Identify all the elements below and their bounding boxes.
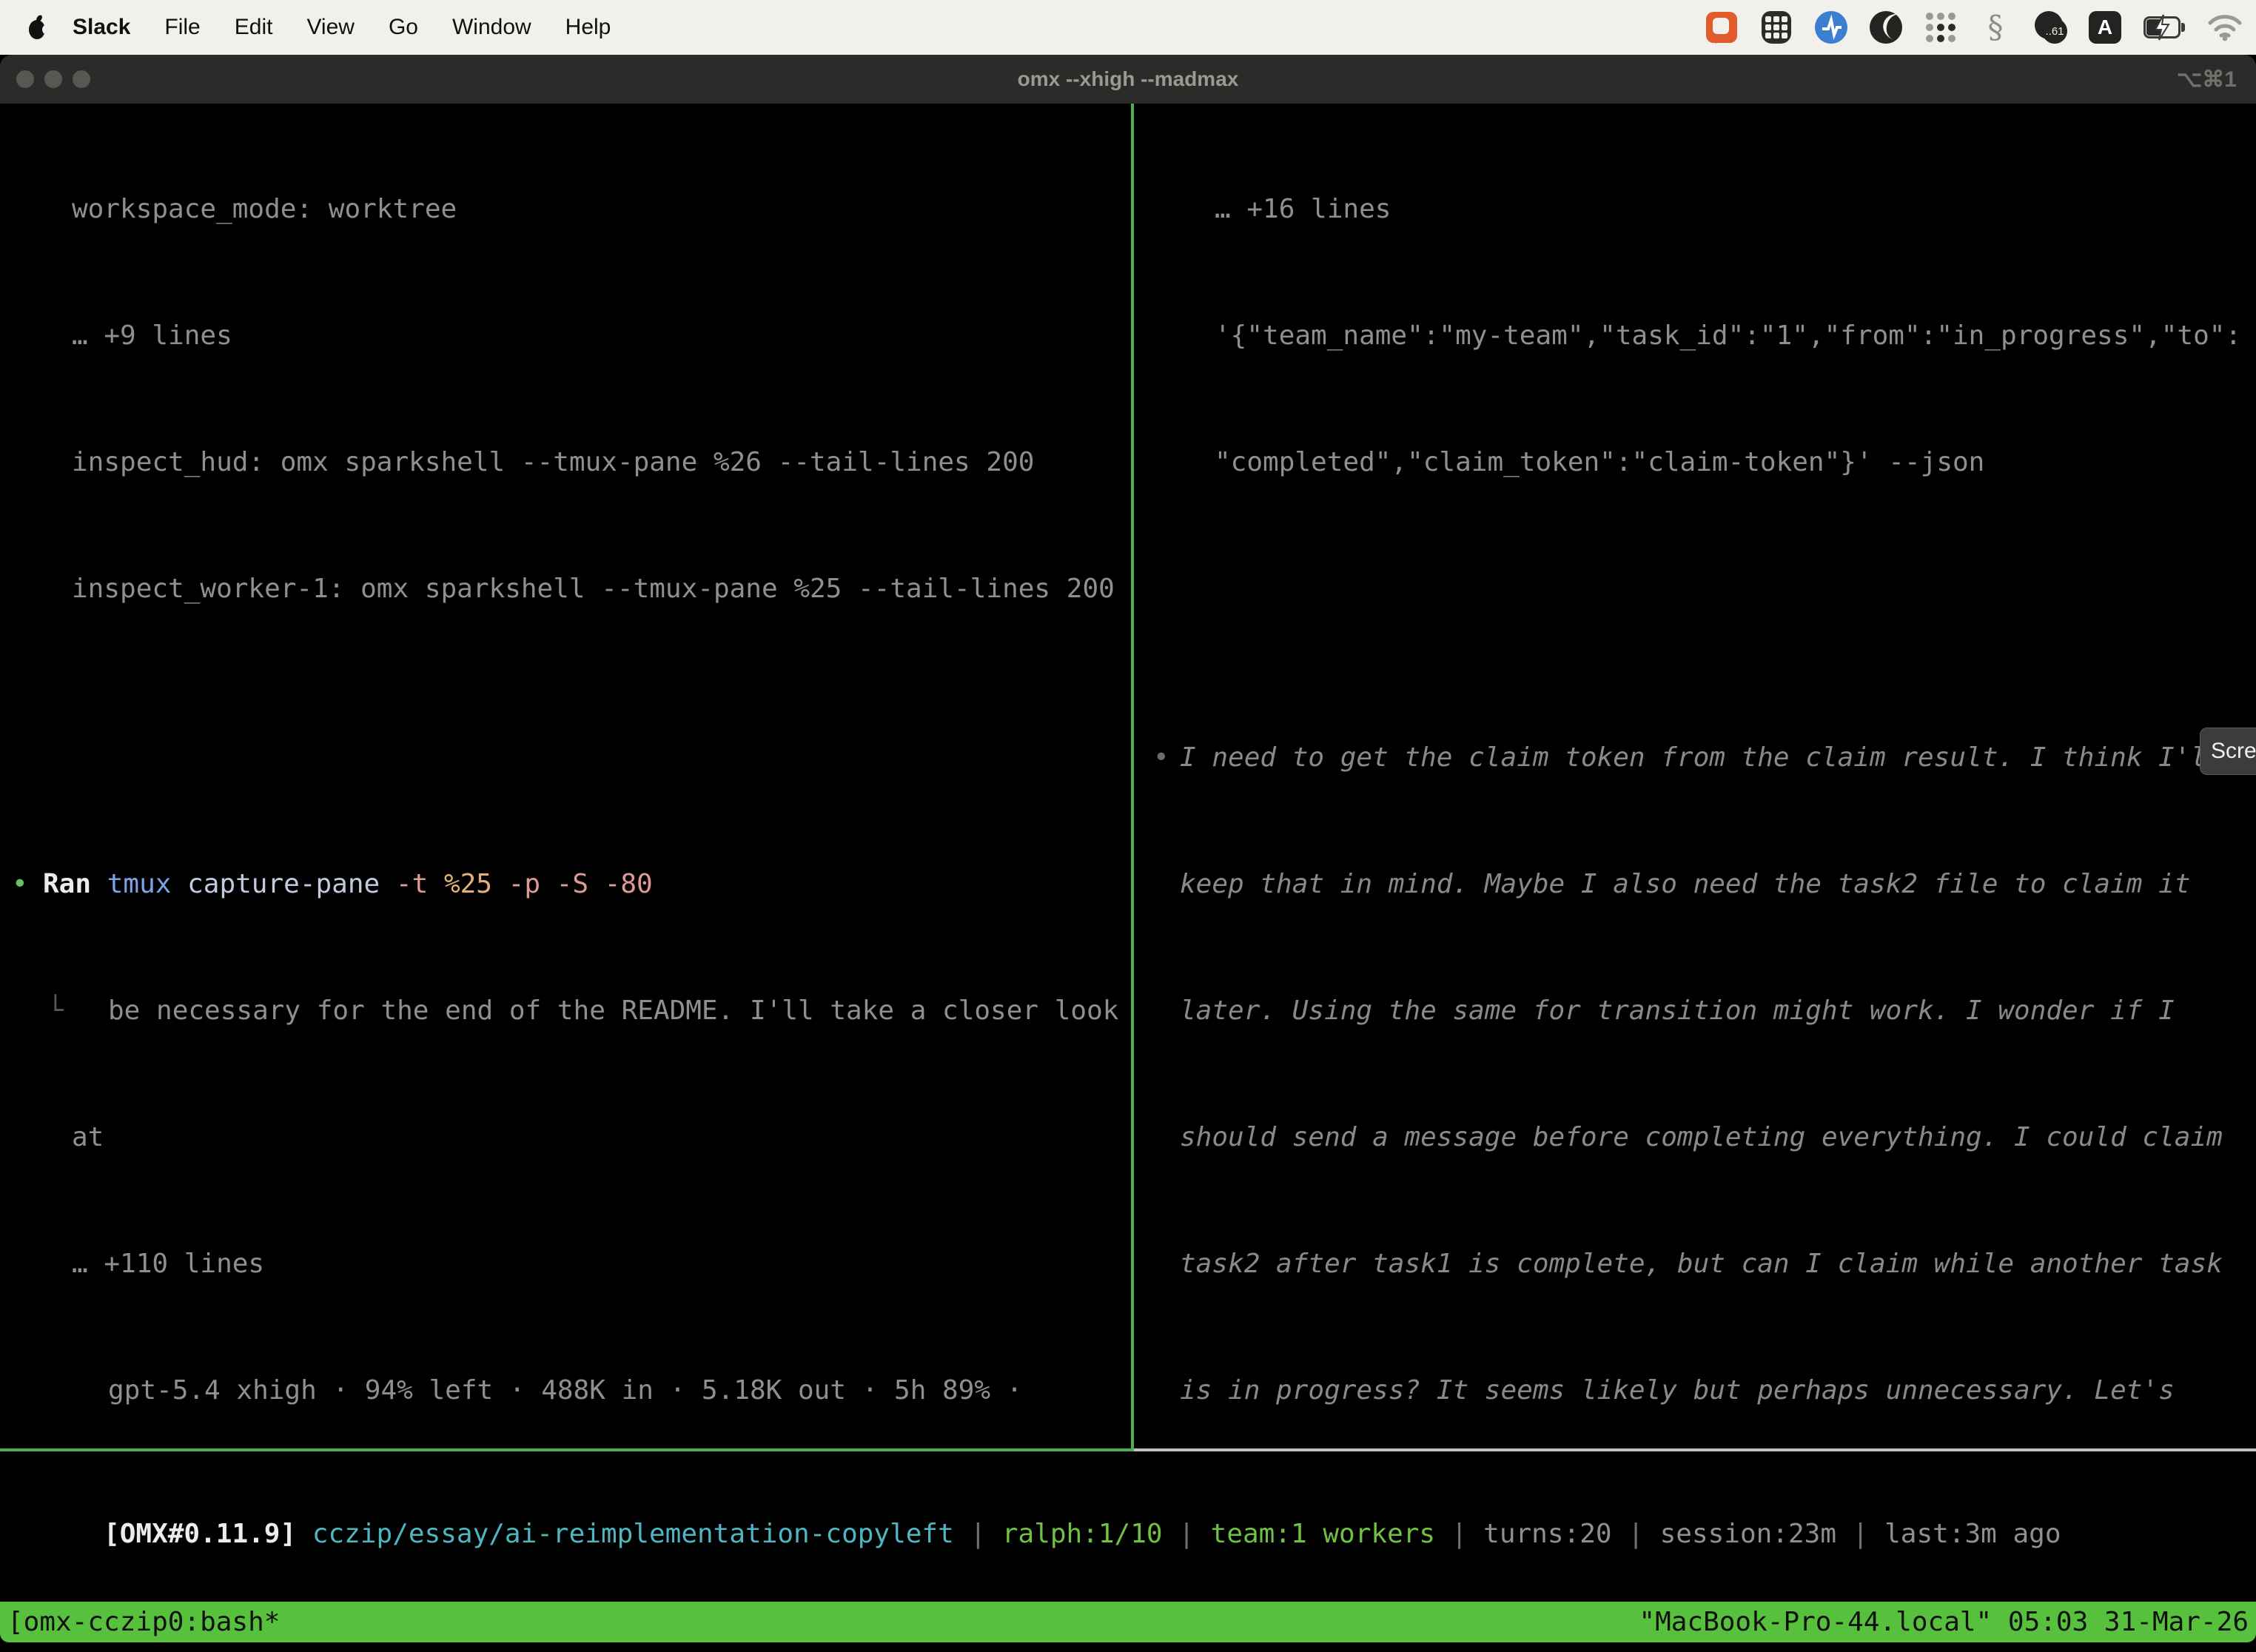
thinking-text: •I need to get the claim token from the … [1134, 736, 2256, 779]
menu-help[interactable]: Help [565, 15, 611, 40]
run-bullet-icon: • [12, 863, 28, 905]
apple-logo-icon[interactable] [22, 14, 52, 41]
crescent-app-icon[interactable] [1868, 10, 1904, 45]
terminal-window: omx --xhigh --madmax ⌥⌘1 workspace_mode:… [0, 55, 2256, 1642]
wifi-icon[interactable] [2207, 10, 2243, 45]
omx-last-activity: last:3m ago [1884, 1519, 2061, 1549]
letter-a-app-icon[interactable]: A [2087, 10, 2123, 45]
hud-line: inspect_hud: omx sparkshell --tmux-pane … [0, 441, 1131, 483]
vault-keypad-icon[interactable] [1759, 10, 1794, 45]
badge-61-label: ..61 [2042, 19, 2067, 44]
right-pane[interactable]: … +16 lines '{"team_name":"my-team","tas… [1134, 104, 2256, 1448]
omx-team-workers: team:1 workers [1211, 1519, 1435, 1549]
pulse-status-icon[interactable] [1813, 10, 1849, 45]
command-line-tmux: •Ran tmux capture-pane -t %25 -p -S -80 [0, 863, 1131, 905]
menu-go[interactable]: Go [389, 15, 418, 40]
terminal-content[interactable]: workspace_mode: worktree … +9 lines insp… [0, 104, 2256, 1642]
command-output: └be necessary for the end of the README.… [0, 990, 1131, 1032]
command-output: "completed","claim_token":"claim-token"}… [1134, 441, 2256, 483]
screen-recording-toast[interactable]: Scre [2200, 728, 2256, 775]
menu-file[interactable]: File [164, 15, 200, 40]
omx-ralph-counter: ralph:1/10 [1002, 1519, 1163, 1549]
command-output: gpt-5.4 xhigh · 94% left · 488K in · 5.1… [0, 1369, 1131, 1411]
thinking-text: task2 after task1 is complete, but can I… [1134, 1243, 2256, 1285]
omx-session-time: session:23m [1660, 1519, 1836, 1549]
dots-grid-icon[interactable] [1923, 10, 1958, 45]
thinking-text: keep that in mind. Maybe I also need the… [1134, 863, 2256, 905]
hud-line: workspace_mode: worktree [0, 188, 1131, 230]
omx-turns: turns:20 [1483, 1519, 1611, 1549]
hud-line: inspect_worker-1: omx sparkshell --tmux-… [0, 568, 1131, 610]
window-shortcut-hint: ⌥⌘1 [2177, 67, 2237, 93]
menu-bar: Slack File Edit View Go Window Help § [0, 0, 2256, 55]
thinking-text: should send a message before completing … [1134, 1116, 2256, 1158]
hud-truncation: … +9 lines [0, 315, 1131, 357]
battery-icon[interactable] [2142, 10, 2188, 45]
tmux-session-window: [omx-cczip0:bash* [7, 1601, 280, 1642]
menu-edit[interactable]: Edit [235, 15, 273, 40]
omx-hud-pane[interactable]: [OMX#0.11.9] cczip/essay/ai-reimplementa… [0, 1451, 2256, 1602]
thinking-bullet-icon: • [1153, 736, 1169, 779]
thinking-text: later. Using the same for transition mig… [1134, 990, 2256, 1032]
pane-border [0, 1448, 2256, 1451]
window-title: omx --xhigh --madmax [0, 67, 2256, 91]
window-title-bar[interactable]: omx --xhigh --madmax ⌥⌘1 [0, 55, 2256, 104]
omx-version: [OMX#0.11.9] [104, 1519, 296, 1549]
omx-branch: cczip/essay/ai-reimplementation-copyleft [312, 1519, 954, 1549]
active-pane-border [0, 1448, 1134, 1451]
menu-view[interactable]: View [306, 15, 354, 40]
command-output: '{"team_name":"my-team","task_id":"1","f… [1134, 315, 2256, 357]
menu-app-name[interactable]: Slack [73, 15, 130, 40]
tmux-status-bar[interactable]: [omx-cczip0:bash* "MacBook-Pro-44.local"… [0, 1602, 2256, 1642]
command-output: at [0, 1116, 1131, 1158]
tmux-host-clock: "MacBook-Pro-44.local" 05:03 31-Mar-26 [1639, 1601, 2249, 1642]
badge-61-icon[interactable]: ..61 [2032, 10, 2068, 45]
output-truncation: … +110 lines [0, 1243, 1131, 1285]
thinking-text: is in progress? It seems likely but perh… [1134, 1369, 2256, 1411]
left-pane[interactable]: workspace_mode: worktree … +9 lines insp… [0, 104, 1131, 1448]
menu-window[interactable]: Window [452, 15, 531, 40]
inactive-pane-border [1134, 1448, 2256, 1451]
chat-app-icon[interactable] [1704, 10, 1739, 45]
output-truncation: … +16 lines [1134, 188, 2256, 230]
squiggle-menu-icon[interactable]: § [1978, 10, 2013, 45]
tree-corner: └ [47, 990, 64, 1032]
